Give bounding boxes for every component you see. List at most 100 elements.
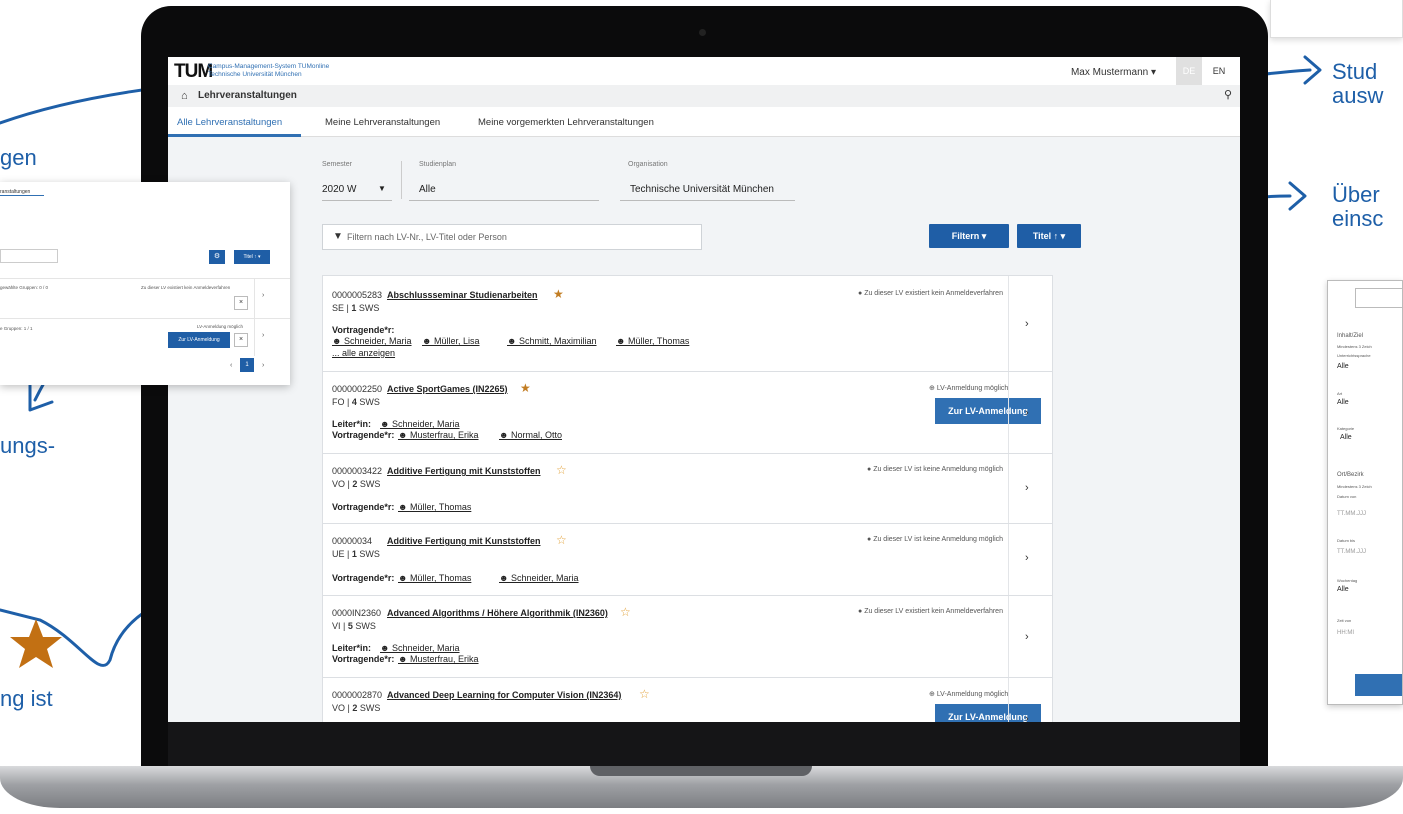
course-title[interactable]: Abschlussseminar Studienarbeiten [387,290,538,300]
show-all-link[interactable]: ... alle anzeigen [332,348,395,358]
course-title[interactable]: Advanced Algorithms / Höhere Algorithmik… [387,608,608,618]
course-title[interactable]: Advanced Deep Learning for Computer Visi… [387,690,621,700]
course-card[interactable]: 00000034 Additive Fertigung mit Kunststo… [322,523,1053,596]
star-outline-icon[interactable]: ☆ [639,687,650,701]
search-field[interactable]: ▼ [322,224,702,250]
person-name: Musterfrau, Erika [409,654,479,664]
close-icon: × [234,333,248,347]
search-icon[interactable]: ⚲ [1224,88,1232,101]
filter-button[interactable]: Filtern ▾ [929,224,1009,248]
tab-bar: Alle Lehrveranstaltungen Meine Lehrveran… [168,107,1240,137]
person-link[interactable]: ☻ Schneider, Maria [380,643,460,653]
expand-area[interactable]: › [1008,524,1052,595]
star-outline-icon[interactable]: ☆ [556,463,567,477]
star-outline-icon[interactable]: ☆ [620,605,631,619]
lang-de-button[interactable]: DE [1176,57,1202,85]
search-input[interactable] [347,229,697,245]
rp-label: Zeit von [1337,618,1352,623]
person-link[interactable]: ☻ Müller, Lisa [422,336,480,346]
annotation-text-left-2: ungs- [0,433,56,458]
top-bar: TUM Campus-Management-System TUMonline T… [168,57,1240,85]
annotation-text-right-2b: einsc [1332,206,1384,231]
mini-row2-status: LV-Anmeldung möglich [197,324,243,329]
expand-area[interactable]: › [1008,596,1052,677]
person-link[interactable]: ☻ Müller, Thomas [616,336,689,346]
status-text: LV-Anmeldung möglich [936,691,1009,698]
chevron-right-icon[interactable]: › [1025,552,1029,564]
star-filled-icon[interactable]: ★ [520,381,531,395]
mini-divider [0,318,290,319]
role-label: Vortragende*r: [332,573,395,583]
person-link[interactable]: ☻ Musterfrau, Erika [398,430,479,440]
course-card[interactable]: 0000003422 Additive Fertigung mit Kunsts… [322,453,1053,524]
course-number: 00000034 [332,536,373,546]
active-tab-indicator [168,134,301,137]
rp-label: Kategorie [1337,426,1355,431]
chevron-right-icon[interactable]: › [1025,482,1029,494]
person-link[interactable]: ☻ Schneider, Maria [499,573,579,583]
person-link[interactable]: ☻ Normal, Otto [499,430,562,440]
rp-hint: Unterrichtssprache [1337,353,1371,358]
person-link[interactable]: ☻ Musterfrau, Erika [398,654,479,664]
status-text: LV-Anmeldung möglich [936,385,1009,392]
chevron-right-icon[interactable]: › [1025,713,1029,722]
rp-label: Datum von [1337,494,1357,499]
expand-area[interactable]: › [1008,678,1052,722]
expand-area[interactable]: › [1008,372,1052,453]
user-menu[interactable]: Max Mustermann ▾ [1071,67,1156,78]
rp-label: Art [1337,391,1343,396]
sws-label: SWS [359,549,380,559]
course-type: VO | 2 SWS [332,703,381,713]
person-link[interactable]: ☻ Schmitt, Maximilian [507,336,597,346]
tab-alle[interactable]: Alle Lehrveranstaltungen [177,117,282,128]
rp-label: Wochentag [1337,578,1358,583]
sort-button[interactable]: Titel ↑ ▾ [1017,224,1081,248]
studienplan-select[interactable]: Alle [419,184,436,195]
course-title[interactable]: Active SportGames (IN2265) [387,384,508,394]
person-link[interactable]: ☻ Schneider, Maria [332,336,412,346]
person-name: Schneider, Maria [510,573,579,583]
rp-value: Alle [1340,434,1352,441]
course-card[interactable]: 0000002870 Advanced Deep Learning for Co… [322,677,1053,722]
rp-hint: Mindestens 3 Zeich [1337,484,1372,489]
registration-status: ● Zu dieser LV ist keine Anmeldung mögli… [867,536,1004,543]
semester-label: Semester [322,161,352,168]
lang-en-button[interactable]: EN [1206,57,1232,85]
expand-area[interactable]: › [1008,454,1052,523]
person-link[interactable]: ☻ Müller, Thomas [398,573,471,583]
type-code: FO [332,397,345,407]
chevron-right-icon[interactable]: › [1025,318,1029,330]
organisation-select[interactable]: Technische Universität München [630,184,774,195]
chevron-right-icon: › [262,332,265,339]
expand-area[interactable]: › [1008,276,1052,371]
chevron-right-icon[interactable]: › [1025,407,1029,419]
rp-submit-button [1355,674,1402,696]
status-text: Zu dieser LV ist keine Anmeldung möglich [873,466,1004,473]
person-name: Musterfrau, Erika [409,430,479,440]
semester-select[interactable]: 2020 W [322,184,356,195]
status-text: Zu dieser LV existiert kein Anmeldeverfa… [864,608,1003,615]
star-outline-icon[interactable]: ☆ [556,533,567,547]
person-link[interactable]: ☻ Schneider, Maria [380,419,460,429]
course-card[interactable]: 0000002250 Active SportGames (IN2265) ★ … [322,371,1053,454]
star-filled-icon[interactable]: ★ [553,287,564,301]
organisation-underline [620,200,795,201]
chevron-right-icon: › [262,362,265,369]
home-icon[interactable]: ⌂ [181,90,188,102]
person-name: Schneider, Maria [391,643,460,653]
chevron-down-icon[interactable]: ▼ [378,184,386,193]
role-label: Vortragende*r: [332,325,395,335]
course-card[interactable]: 0000IN2360 Advanced Algorithms / Höhere … [322,595,1053,678]
course-card[interactable]: 0000005283 Abschlussseminar Studienarbei… [322,275,1053,372]
tum-logo[interactable]: TUM [174,62,213,81]
tab-meine[interactable]: Meine Lehrveranstaltungen [325,117,440,128]
chevron-right-icon[interactable]: › [1025,631,1029,643]
mini-row1-status: Zu dieser LV existiert kein Anmeldeverfa… [141,285,231,290]
course-type: VI | 5 SWS [332,621,376,631]
rp-placeholder: TT.MM.JJJ [1337,511,1366,517]
annotation-text-left-1: gen [0,145,37,170]
tab-vorgemerkt[interactable]: Meine vorgemerkten Lehrveranstaltungen [478,117,654,128]
course-title[interactable]: Additive Fertigung mit Kunststoffen [387,466,541,476]
course-title[interactable]: Additive Fertigung mit Kunststoffen [387,536,541,546]
person-link[interactable]: ☻ Müller, Thomas [398,502,471,512]
